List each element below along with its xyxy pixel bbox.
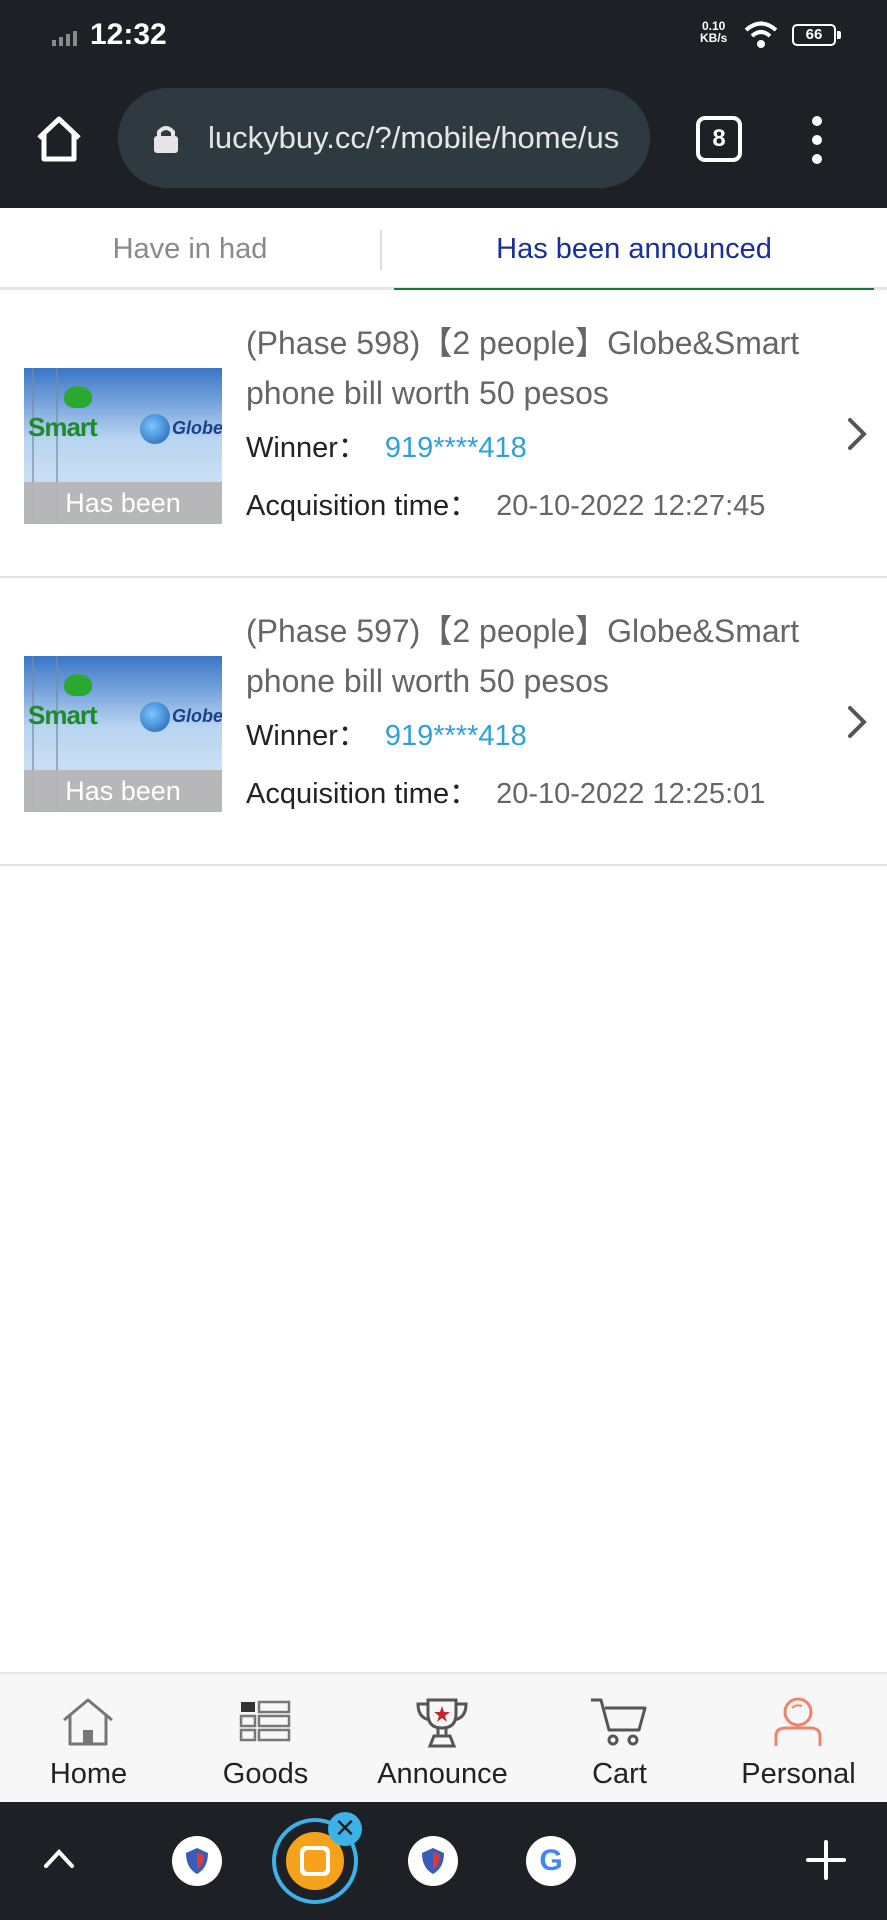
network-speed: 0.10 KB/s	[700, 20, 727, 44]
winner-value: 919****418	[384, 432, 527, 464]
url-text[interactable]: luckybuy.cc/?/mobile/home/us	[208, 118, 628, 158]
winner-label: Winner：	[246, 432, 367, 464]
tab-has-been-announced[interactable]: Has been announced	[394, 208, 874, 293]
status-time: 12:32	[90, 18, 167, 51]
trophy-icon	[416, 1698, 468, 1748]
nav-home[interactable]: Home	[0, 1674, 177, 1804]
wifi-icon	[744, 21, 778, 48]
item-title: (Phase 597)【2 people】Globe&Smart phone b…	[246, 613, 800, 699]
nav-personal-label: Personal	[741, 1758, 856, 1790]
address-bar[interactable]: luckybuy.cc/?/mobile/home/us	[118, 88, 650, 188]
chevron-right-icon[interactable]	[846, 416, 868, 452]
nav-announce-label: Announce	[377, 1758, 508, 1790]
acquisition-time-label: Acquisition time：	[246, 490, 479, 522]
acquisition-time-row: Acquisition time： 20-10-2022 12:25:01	[246, 774, 765, 814]
winner-label: Winner：	[246, 720, 367, 752]
product-thumbnail: Smart Globe Has been	[24, 656, 222, 812]
winner-row: Winner： 919****418	[246, 428, 527, 468]
globe-logo-text: Globe	[172, 418, 222, 438]
tab-bubble-shield[interactable]	[172, 1836, 222, 1886]
home-icon[interactable]	[34, 114, 84, 164]
plus-icon[interactable]	[806, 1840, 846, 1880]
globe-logo-text: Globe	[172, 706, 222, 726]
shield-icon	[186, 1848, 208, 1874]
signal-icon	[52, 26, 77, 46]
list-item[interactable]: Smart Globe Has been (Phase 598)【2 peopl…	[0, 290, 887, 578]
nav-cart-label: Cart	[592, 1758, 647, 1790]
chevron-up-icon[interactable]	[42, 1846, 76, 1870]
record-tabs: Have in had Has been announced	[0, 208, 887, 293]
browser-tab-strip: ✕ G	[0, 1802, 887, 1920]
close-icon[interactable]: ✕	[328, 1812, 362, 1846]
product-thumbnail: Smart Globe Has been	[24, 368, 222, 524]
nav-announce[interactable]: Announce	[354, 1674, 531, 1804]
browser-toolbar: luckybuy.cc/?/mobile/home/us 8	[0, 72, 887, 208]
globe-logo-icon	[140, 414, 170, 444]
list-item[interactable]: Smart Globe Has been (Phase 597)【2 peopl…	[0, 578, 887, 866]
user-icon	[774, 1697, 822, 1746]
more-menu-icon[interactable]	[800, 112, 834, 168]
acquisition-time-value: 20-10-2022 12:27:45	[496, 490, 766, 522]
item-title: (Phase 598)【2 people】Globe&Smart phone b…	[246, 325, 800, 411]
smart-logo-text: Smart	[28, 700, 98, 730]
battery-indicator: 66	[792, 24, 841, 46]
globe-logo-icon	[140, 702, 170, 732]
house-icon	[63, 1698, 113, 1746]
smart-logo-mark	[64, 674, 92, 696]
nav-home-label: Home	[49, 1758, 128, 1790]
shield-icon	[422, 1848, 444, 1874]
status-bar: 12:32 0.10 KB/s 66	[0, 0, 887, 72]
thumbnail-status: Has been	[24, 482, 222, 524]
smart-logo-mark	[64, 386, 92, 408]
acquisition-time-label: Acquisition time：	[246, 778, 479, 810]
lock-icon	[154, 126, 178, 153]
chevron-right-icon[interactable]	[846, 704, 868, 740]
acquisition-time-value: 20-10-2022 12:25:01	[496, 778, 766, 810]
tab-divider	[380, 230, 382, 270]
tab-count-button[interactable]: 8	[696, 116, 742, 162]
bottom-nav: Home Goods Announce Cart Personal	[0, 1672, 887, 1802]
network-speed-unit: KB/s	[700, 31, 728, 45]
grid-list-icon	[239, 1700, 291, 1742]
winner-row: Winner： 919****418	[246, 716, 527, 756]
tab-bubble-shield-2[interactable]	[408, 1836, 458, 1886]
nav-personal[interactable]: Personal	[710, 1674, 887, 1804]
acquisition-time-row: Acquisition time： 20-10-2022 12:27:45	[246, 486, 765, 526]
tab-have-in-had[interactable]: Have in had	[0, 208, 380, 290]
nav-goods[interactable]: Goods	[177, 1674, 354, 1804]
nav-cart[interactable]: Cart	[531, 1674, 708, 1804]
thumbnail-status: Has been	[24, 770, 222, 812]
nav-goods-label: Goods	[222, 1758, 309, 1790]
smart-logo-text: Smart	[28, 412, 98, 442]
google-icon: G	[539, 1844, 563, 1877]
cart-icon	[591, 1698, 647, 1746]
tab-bubble-google[interactable]: G	[526, 1836, 576, 1886]
winner-value: 919****418	[384, 720, 527, 752]
